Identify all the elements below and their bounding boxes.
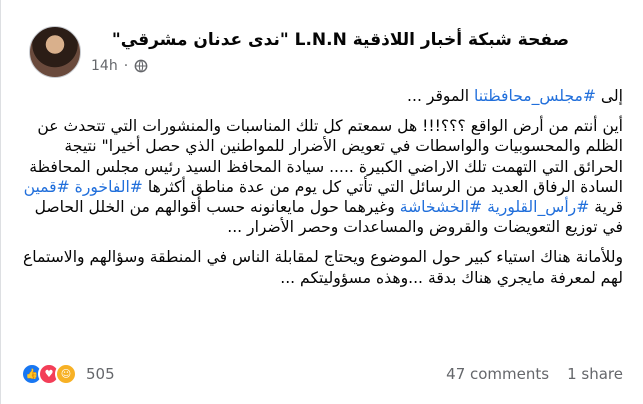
post-text-segment: الموقر ... — [407, 87, 475, 105]
hashtag-link[interactable]: #مجلس_محافظتنا — [474, 87, 596, 105]
post-paragraph: أين أنتم من أرض الواقع ؟؟؟!!! هل سمعتم ك… — [21, 116, 623, 237]
post-meta: 14h · — [91, 58, 148, 74]
post-text-segment: قرية — [589, 198, 623, 217]
post-card: صفحة شبكة أخبار اللاذقية L.N.N "ندى عدنا… — [0, 0, 643, 404]
hashtag-link[interactable]: #رأس_القلورية — [487, 198, 589, 216]
post-text: إلى #مجلس_محافظتنا الموقر ... أين أنتم من… — [21, 86, 623, 288]
author-name[interactable]: صفحة شبكة أخبار اللاذقية L.N.N "ندى عدنا… — [112, 30, 569, 50]
comments-count[interactable]: 47 comments — [446, 365, 549, 383]
author-avatar[interactable] — [29, 26, 81, 78]
post-time[interactable]: 14h — [91, 58, 118, 74]
post-stats: 👍 ♥ ☺ 505 47 comments 1 share — [21, 362, 623, 386]
post-text-segment: وللأمانة هناك استياء كبير حول الموضوع وي… — [22, 248, 623, 287]
post-header: صفحة شبكة أخبار اللاذقية L.N.N "ندى عدنا… — [21, 26, 623, 80]
separator-dot: · — [123, 58, 129, 74]
hashtag-link[interactable]: #الخشخاشة — [400, 198, 482, 216]
care-icon: ☺ — [55, 363, 77, 385]
engagement-counts: 47 comments 1 share — [446, 365, 623, 383]
hashtag-link[interactable]: #قمين — [24, 178, 70, 196]
reactions-summary[interactable]: 👍 ♥ ☺ 505 — [21, 363, 115, 385]
post-paragraph: وللأمانة هناك استياء كبير حول الموضوع وي… — [21, 247, 623, 287]
globe-icon[interactable] — [134, 59, 148, 73]
shares-count[interactable]: 1 share — [567, 365, 623, 383]
post-paragraph: إلى #مجلس_محافظتنا الموقر ... — [21, 86, 623, 106]
reaction-count[interactable]: 505 — [86, 365, 115, 383]
post-text-segment: إلى — [595, 87, 623, 105]
hashtag-link[interactable]: #الفاخورة — [75, 178, 143, 196]
